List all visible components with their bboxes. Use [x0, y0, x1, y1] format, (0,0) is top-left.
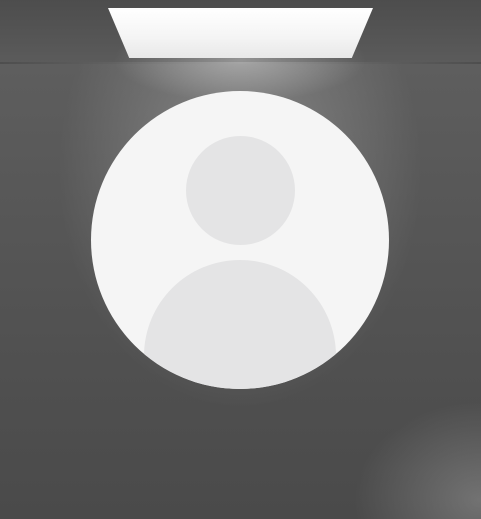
avatar-body-shape [144, 260, 336, 389]
default-avatar-icon [91, 91, 389, 389]
ceiling-light-panel [108, 8, 373, 58]
room-scene [0, 0, 481, 519]
avatar-head-shape [186, 136, 295, 245]
